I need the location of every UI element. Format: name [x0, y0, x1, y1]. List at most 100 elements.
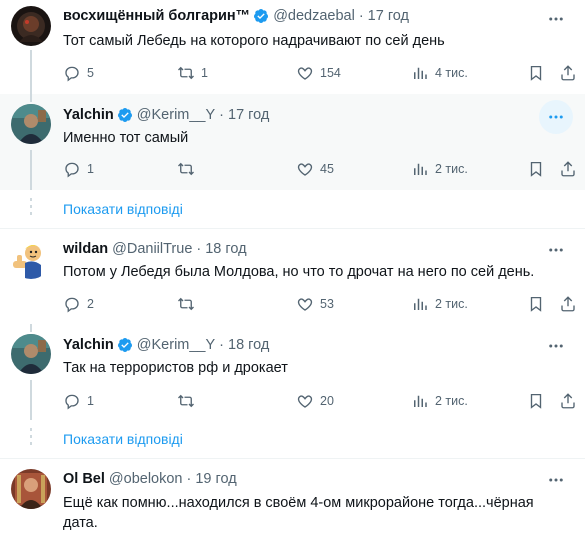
separator-dot: ·	[186, 471, 192, 487]
more-horizontal-icon	[549, 344, 563, 348]
views-button[interactable]: 2 тис.	[411, 159, 468, 179]
views-icon	[414, 163, 427, 175]
heart-icon	[297, 163, 313, 176]
share-button[interactable]	[559, 159, 577, 179]
like-button[interactable]: 45	[296, 159, 334, 179]
reply-count: 2	[87, 297, 94, 311]
reply-count: 1	[87, 394, 94, 408]
timestamp[interactable]: 17 год	[368, 8, 409, 24]
tweet-text: Так на террористов рф и дрокает	[63, 360, 288, 376]
separator-dot: ·	[358, 8, 364, 24]
retweet-button[interactable]	[177, 159, 201, 179]
thread-line	[30, 50, 32, 94]
views-button[interactable]: 2 тис.	[411, 391, 468, 411]
like-button[interactable]: 20	[296, 391, 334, 411]
avatar[interactable]	[11, 6, 51, 46]
author-handle[interactable]: @DaniilTrue	[112, 241, 192, 257]
author-name[interactable]: Ol Bel	[63, 471, 105, 487]
share-icon	[561, 393, 575, 409]
tweet-actions: 2 53 2 тис.	[63, 294, 578, 314]
show-replies-link[interactable]: Показати відповіді	[63, 431, 183, 447]
tweet-4[interactable]: Yalchin @Kerim__Y · 18 год Так на террор…	[0, 324, 585, 420]
views-icon	[414, 67, 427, 79]
heart-icon	[297, 67, 313, 80]
more-horizontal-icon	[549, 248, 563, 252]
bookmark-button[interactable]	[527, 63, 545, 83]
author-name[interactable]: восхищённый болгарин™	[63, 8, 250, 24]
share-icon	[561, 65, 575, 81]
avatar[interactable]	[11, 104, 51, 144]
timestamp[interactable]: 18 год	[205, 241, 246, 257]
tweet-5[interactable]: Ol Bel @obelokon · 19 год Ещё как помню.…	[0, 459, 585, 544]
retweet-button[interactable]: 1	[177, 63, 208, 83]
author-handle[interactable]: @dedzaebal	[273, 8, 355, 24]
tweet-header: Ol Bel @obelokon · 19 год	[63, 471, 237, 487]
tweet-text: Потом у Лебедя была Молдова, но что то д…	[63, 264, 535, 280]
reply-icon	[65, 394, 79, 410]
author-handle[interactable]: @Kerim__Y	[137, 107, 215, 123]
reply-icon	[65, 66, 79, 82]
more-button[interactable]	[539, 463, 573, 497]
like-count: 45	[320, 162, 334, 176]
tweet-text: Тот самый Лебедь на которого надрачивают…	[63, 33, 445, 49]
tweet-1[interactable]: восхищённый болгарин™ @dedzaebal · 17 го…	[0, 0, 585, 94]
bookmark-icon	[530, 393, 542, 409]
thread-dots	[30, 198, 32, 219]
like-button[interactable]: 53	[296, 294, 334, 314]
author-name[interactable]: wildan	[63, 241, 108, 257]
timestamp[interactable]: 17 год	[228, 107, 269, 123]
share-button[interactable]	[559, 391, 577, 411]
author-handle[interactable]: @Kerim__Y	[137, 337, 215, 353]
reply-button[interactable]: 5	[63, 63, 94, 83]
share-icon	[561, 296, 575, 312]
reply-icon	[65, 162, 79, 178]
bookmark-icon	[530, 65, 542, 81]
thread-line	[30, 380, 32, 420]
reply-button[interactable]: 2	[63, 294, 94, 314]
show-replies-link[interactable]: Показати відповіді	[63, 201, 183, 217]
verified-badge-icon	[117, 338, 132, 352]
separator-dot: ·	[196, 241, 202, 257]
bookmark-icon	[530, 296, 542, 312]
thread-dots	[30, 428, 32, 449]
timestamp[interactable]: 18 год	[228, 337, 269, 353]
heart-icon	[297, 298, 313, 311]
views-icon	[414, 395, 427, 407]
more-horizontal-icon	[549, 478, 563, 482]
author-name[interactable]: Yalchin	[63, 107, 114, 123]
view-count: 2 тис.	[435, 297, 468, 311]
author-name[interactable]: Yalchin	[63, 337, 114, 353]
timestamp[interactable]: 19 год	[195, 471, 236, 487]
share-button[interactable]	[559, 294, 577, 314]
retweet-button[interactable]	[177, 294, 201, 314]
reply-button[interactable]: 1	[63, 391, 94, 411]
tweet-actions: 1 45 2 тис.	[63, 159, 578, 179]
views-button[interactable]: 4 тис.	[411, 63, 468, 83]
reply-count: 5	[87, 66, 94, 80]
share-icon	[561, 161, 575, 177]
reply-button[interactable]: 1	[63, 159, 94, 179]
like-button[interactable]: 154	[296, 63, 341, 83]
avatar[interactable]	[11, 469, 51, 509]
view-count: 2 тис.	[435, 162, 468, 176]
tweet-2[interactable]: Yalchin @Kerim__Y · 17 год Именно тот са…	[0, 94, 585, 190]
tweet-actions: 1 20 2 тис.	[63, 391, 578, 411]
bookmark-button[interactable]	[527, 294, 545, 314]
thread-line	[30, 94, 32, 102]
heart-icon	[297, 395, 313, 408]
thread-line	[30, 150, 32, 190]
tweet-text: Ещё как помню...находился в своём 4-ом м…	[63, 495, 534, 531]
author-handle[interactable]: @obelokon	[109, 471, 183, 487]
avatar[interactable]	[11, 239, 51, 279]
bookmark-button[interactable]	[527, 391, 545, 411]
share-button[interactable]	[559, 63, 577, 83]
retweet-icon	[178, 66, 194, 80]
tweet-3[interactable]: wildan @DaniilTrue · 18 год Потом у Лебе…	[0, 229, 585, 324]
tweet-header: Yalchin @Kerim__Y · 17 год	[63, 107, 269, 123]
tweet-actions: 5 1 154 4 тис.	[63, 63, 578, 83]
avatar[interactable]	[11, 334, 51, 374]
bookmark-button[interactable]	[527, 159, 545, 179]
views-button[interactable]: 2 тис.	[411, 294, 468, 314]
retweet-button[interactable]	[177, 391, 201, 411]
reply-count: 1	[87, 162, 94, 176]
